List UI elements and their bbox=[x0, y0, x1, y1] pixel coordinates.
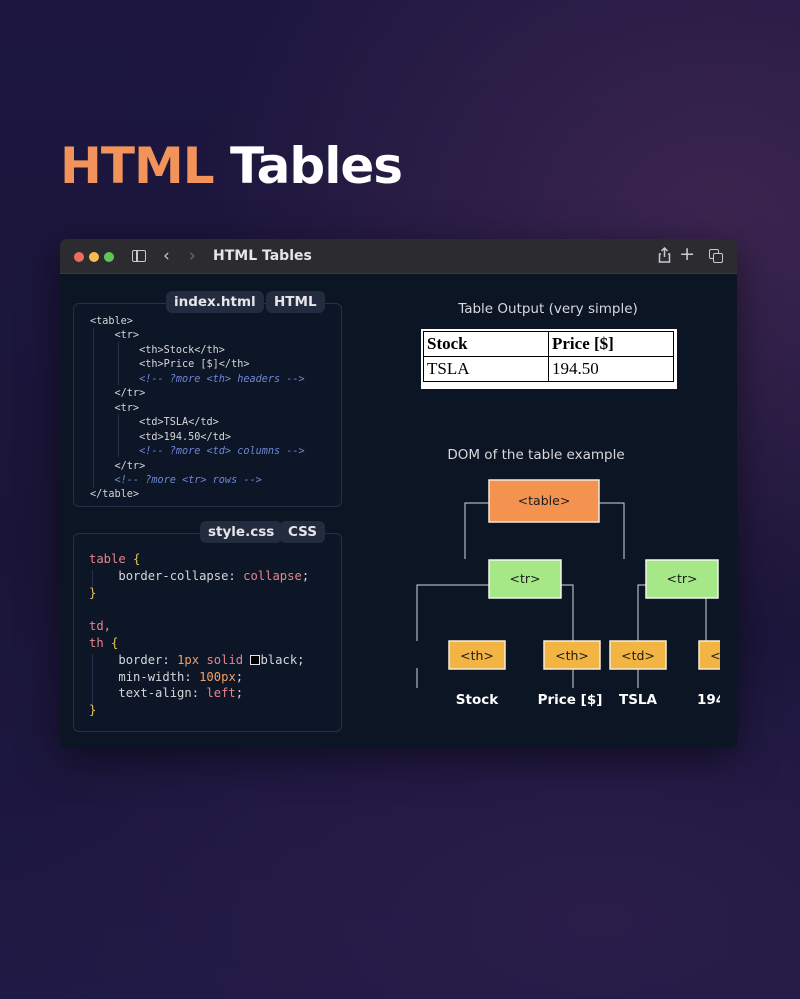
table-row: TSLA 194.50 bbox=[423, 356, 674, 382]
new-tab-icon[interactable]: + bbox=[679, 245, 695, 264]
minimize-window-button[interactable] bbox=[89, 252, 99, 262]
svg-text:<td>: <td> bbox=[710, 648, 720, 663]
table-output: Stock Price [$] TSLA 194.50 bbox=[423, 331, 674, 382]
dom-node-td: <td> bbox=[698, 640, 720, 670]
title-bar: ‹ › HTML Tables + bbox=[60, 239, 737, 274]
dom-leaf-label: Stock bbox=[456, 692, 499, 708]
dom-title: DOM of the table example bbox=[447, 447, 625, 463]
svg-text:<th>: <th> bbox=[460, 648, 494, 663]
table-header-row: Stock Price [$] bbox=[423, 331, 674, 357]
forward-chevron-icon[interactable]: › bbox=[189, 247, 196, 265]
color-swatch-icon bbox=[250, 654, 261, 665]
svg-text:<td>: <td> bbox=[621, 648, 655, 663]
zoom-window-button[interactable] bbox=[104, 252, 114, 262]
dom-leaf-label: TSLA bbox=[619, 692, 658, 708]
css-lang-chip: CSS bbox=[280, 521, 325, 543]
dom-node-tr: <tr> bbox=[488, 559, 562, 599]
table-header-cell: Price [$] bbox=[548, 331, 674, 357]
svg-text:<table>: <table> bbox=[518, 493, 571, 508]
dom-node-td: <td> bbox=[609, 640, 667, 670]
table-header-cell: Stock bbox=[423, 331, 549, 357]
table-cell: 194.50 bbox=[548, 356, 674, 382]
table-cell: TSLA bbox=[423, 356, 549, 382]
css-code: table { border-collapse: collapse; } td,… bbox=[89, 552, 310, 718]
svg-text:<tr>: <tr> bbox=[667, 571, 698, 586]
share-icon[interactable] bbox=[658, 246, 671, 267]
dom-node-table: <table> bbox=[488, 479, 600, 523]
close-window-button[interactable] bbox=[74, 252, 84, 262]
sidebar-toggle-icon[interactable] bbox=[132, 250, 146, 262]
window-title: HTML Tables bbox=[213, 248, 312, 264]
headline-accent: HTML bbox=[60, 137, 215, 195]
svg-text:<th>: <th> bbox=[555, 648, 589, 663]
html-file-chip: index.html bbox=[166, 291, 264, 313]
dom-node-th: <th> bbox=[543, 640, 601, 670]
dom-node-tr: <tr> bbox=[645, 559, 719, 599]
dom-node-th: <th> bbox=[448, 640, 506, 670]
css-code-panel: table { border-collapse: collapse; } td,… bbox=[73, 533, 342, 732]
browser-window: ‹ › HTML Tables + <table> <tr> <th>Stock… bbox=[60, 239, 737, 748]
headline-rest: Tables bbox=[230, 137, 403, 195]
tab-overview-icon[interactable] bbox=[709, 249, 723, 263]
svg-text:<tr>: <tr> bbox=[510, 571, 541, 586]
page-headline: HTML Tables bbox=[60, 133, 403, 199]
dom-leaf-label: Price [$] bbox=[538, 692, 603, 708]
table-output-title: Table Output (very simple) bbox=[458, 301, 638, 317]
html-code: <table> <tr> <th>Stock</th> <th>Price [$… bbox=[90, 316, 305, 501]
back-chevron-icon[interactable]: ‹ bbox=[163, 247, 170, 265]
css-file-chip: style.css bbox=[200, 521, 283, 543]
html-code-panel: <table> <tr> <th>Stock</th> <th>Price [$… bbox=[73, 303, 342, 507]
html-lang-chip: HTML bbox=[266, 291, 325, 313]
dom-tree-diagram: <table> <tr> <tr> <th> <th> <td> <td> St… bbox=[416, 479, 720, 708]
dom-leaf-label: 194.50 bbox=[697, 692, 720, 708]
